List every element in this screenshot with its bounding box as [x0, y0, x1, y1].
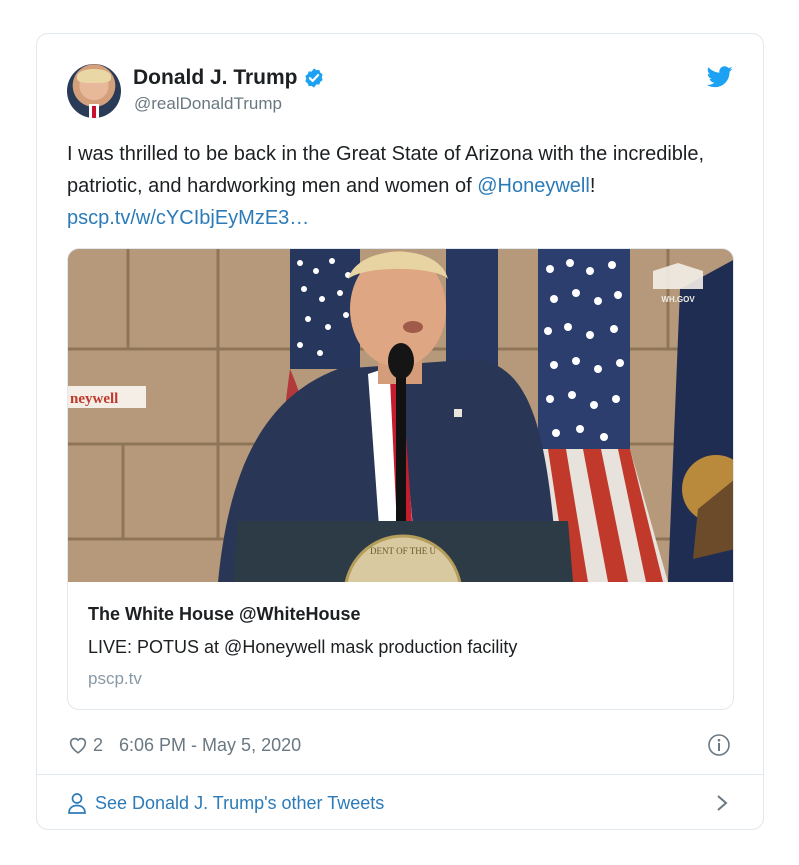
verified-badge-icon	[304, 68, 323, 88]
tweet-header: Donald J. Trump @realDonaldTrump	[67, 64, 733, 120]
link-preview-card[interactable]: neywell WH.GOV DENT OF THE U The White H…	[67, 248, 734, 710]
author-handle[interactable]: @realDonaldTrump	[134, 94, 282, 114]
avatar[interactable]	[67, 64, 121, 118]
link-card-title: The White House @WhiteHouse	[88, 604, 361, 624]
video-thumbnail[interactable]: neywell WH.GOV DENT OF THE U	[68, 249, 733, 582]
link-card-domain: pscp.tv	[88, 669, 142, 688]
honeywell-banner-text: neywell	[70, 391, 118, 407]
footer-divider	[37, 774, 763, 775]
info-icon[interactable]	[707, 733, 731, 757]
chevron-right-icon[interactable]	[715, 793, 729, 813]
person-icon	[68, 793, 86, 814]
link-card-description: LIVE: POTUS at @Honeywell mask productio…	[88, 637, 518, 657]
author-display-name[interactable]: Donald J. Trump	[133, 66, 298, 90]
tweet-stats-row: 2 6:06 PM - May 5, 2020	[67, 732, 733, 758]
heart-icon[interactable]	[67, 734, 89, 756]
tweet-timestamp[interactable]: 6:06 PM - May 5, 2020	[119, 735, 301, 756]
honeywell-mention-link[interactable]: @Honeywell	[477, 175, 590, 197]
tweet-text-part2: !	[589, 175, 596, 197]
see-other-tweets-row[interactable]: See Donald J. Trump's other Tweets	[67, 788, 733, 818]
tweet-text: I was thrilled to be back in the Great S…	[67, 138, 717, 234]
tweet-embed-card: Donald J. Trump @realDonaldTrump I was t…	[36, 33, 764, 830]
watermark-text: WH.GOV	[661, 295, 695, 304]
tweet-text-part1: I was thrilled to be back in the Great S…	[67, 143, 705, 197]
see-other-tweets-link[interactable]: See Donald J. Trump's other Tweets	[95, 793, 384, 814]
twitter-bird-icon[interactable]	[707, 66, 733, 88]
periscope-link[interactable]: pscp.tv/w/cYCIbjEyMzE3…	[67, 207, 309, 229]
link-card-meta: The White House @WhiteHouse LIVE: POTUS …	[88, 599, 713, 690]
author-name-row[interactable]: Donald J. Trump	[133, 66, 325, 90]
seal-text: DENT OF THE U	[370, 546, 436, 556]
like-count[interactable]: 2	[93, 735, 103, 756]
